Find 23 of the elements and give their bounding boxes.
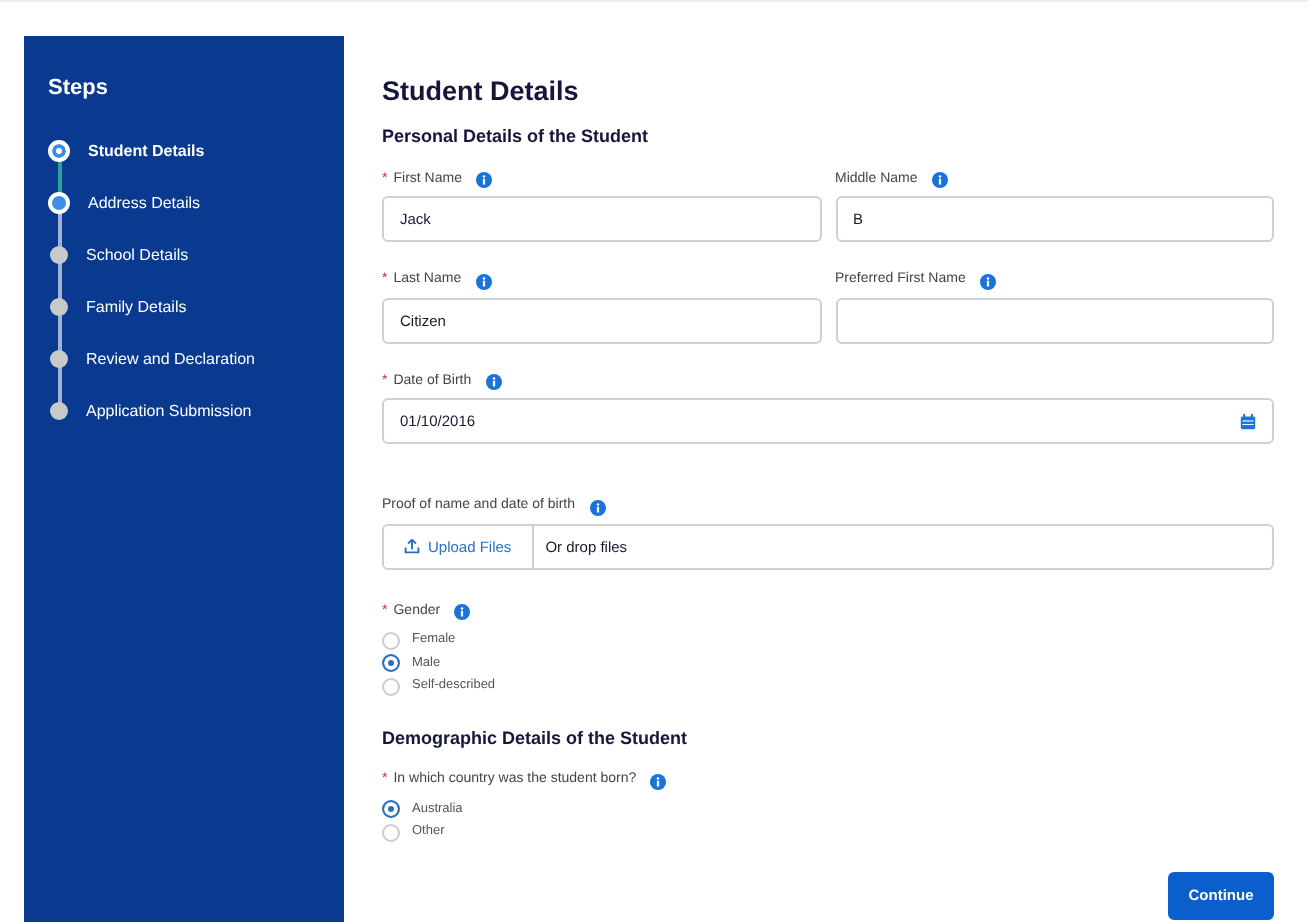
info-icon[interactable] [931, 172, 948, 188]
step-link[interactable]: Review and Declaration [86, 347, 255, 371]
info-icon[interactable] [589, 499, 606, 515]
text-field[interactable] [835, 297, 1274, 344]
radio-button[interactable] [382, 800, 400, 818]
calendar-icon[interactable] [1240, 413, 1256, 430]
info-icon[interactable] [650, 773, 667, 789]
page-title: Student Details [382, 74, 581, 110]
step-link[interactable]: School Details [86, 243, 189, 267]
section-heading: Demographic Details of the Student [382, 725, 690, 752]
sidebar-title: Steps [48, 74, 110, 104]
step-link[interactable]: Address Details [88, 191, 201, 215]
radio-button[interactable] [382, 654, 400, 672]
info-icon[interactable] [979, 273, 996, 289]
info-icon[interactable] [475, 273, 492, 289]
step-link[interactable]: Student Details [88, 139, 205, 163]
info-icon[interactable] [454, 604, 471, 620]
upload-icon [404, 538, 420, 555]
info-icon[interactable] [485, 374, 502, 390]
step-link[interactable]: Family Details [86, 295, 187, 319]
step-link[interactable]: Application Submission [86, 399, 252, 423]
info-icon[interactable] [475, 172, 492, 188]
section-heading: Personal Details of the Student [382, 124, 651, 151]
